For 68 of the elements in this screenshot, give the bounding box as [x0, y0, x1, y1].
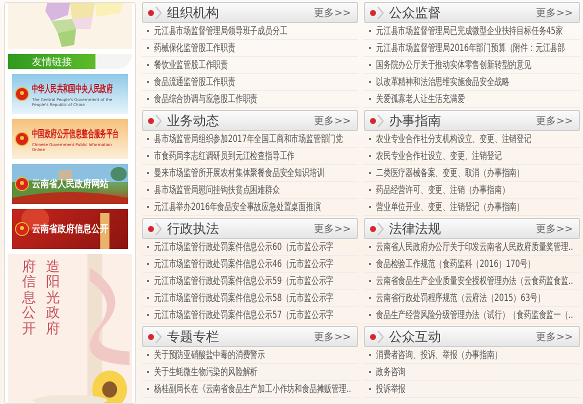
news-link[interactable]: 元江市场监管行政处罚案件信息公示59（元市监公示字	[154, 274, 334, 288]
news-link[interactable]: 关于预防亚硝酸盐中毒的消费警示	[154, 348, 265, 362]
news-link[interactable]: 食品生产经营风险分级管理办法（试行）（食药监食监一（..	[376, 308, 574, 322]
news-link[interactable]: 营业单位开业、变更、注销登记（办事指南）	[376, 200, 524, 214]
news-link[interactable]: 二类医疗器械备案、变更、取消（办事指南）	[376, 166, 524, 180]
more-link[interactable]: 更多>>	[314, 6, 351, 20]
emblem-icon	[15, 222, 29, 236]
news-link[interactable]: 元江市场监管行政处罚案件信息公示46（元市监公示字	[154, 257, 334, 271]
more-link[interactable]: 更多>>	[314, 330, 351, 344]
more-link[interactable]: 更多>>	[536, 6, 573, 20]
news-link[interactable]: 杨桂副局长在《云南省食品生产加工小作坊和食品摊贩管理..	[154, 382, 352, 396]
news-link[interactable]: 关爱孤寡老人让生活充满爱	[376, 92, 465, 106]
news-link[interactable]: 市食药局李志红调研员到元江检查指导工作	[154, 149, 295, 163]
news-link[interactable]: 云南省食品生产企业质量安全授权管理办法（云食药监食监..	[376, 274, 574, 288]
dot-chevron-icon	[147, 114, 163, 128]
news-link[interactable]: 药械保化监管股工作职责	[154, 41, 236, 55]
slogan-text: 造阳光政府	[46, 260, 60, 337]
news-link[interactable]: 以改革精神和法治思维实施食品安全战略	[376, 75, 510, 89]
news-link[interactable]: 国务院办公厅关于推动实体零售创新转型的意见	[376, 58, 532, 72]
news-link[interactable]: 药品经营许可、变更、注销（办事指南）	[376, 183, 510, 197]
panel-title: 业务动态	[167, 112, 220, 130]
news-link[interactable]: 食品流通监管股工作职责	[154, 75, 236, 89]
dot-chevron-icon	[147, 222, 163, 236]
panel-title: 专题专栏	[167, 328, 220, 346]
dot-chevron-icon	[369, 222, 385, 236]
news-link[interactable]: 消费者咨询、投诉、举报（办事指南）	[376, 348, 502, 362]
dot-chevron-icon	[369, 114, 385, 128]
dot-chevron-icon	[147, 330, 163, 344]
emblem-icon	[15, 87, 29, 101]
news-link[interactable]: 关于生蚝微生物污染的风险解析	[154, 365, 258, 379]
panel-title: 办事指南	[389, 112, 442, 130]
news-link[interactable]: 县市场监管局慰问挂钩扶贫点困难群众	[154, 183, 280, 197]
link-banner[interactable]: 云南省人民政府网站	[12, 164, 128, 204]
section-title: 友情链接	[32, 56, 72, 68]
news-link[interactable]: 元江市场监管行政处罚案件信息公示58（元市监公示字	[154, 291, 334, 305]
emblem-icon	[15, 132, 29, 146]
news-link[interactable]: 农业专业合作社分支机构设立、变更、注销登记	[376, 132, 532, 146]
news-link[interactable]: 曼来市场监管所开展农村集体聚餐食品安全知识培训	[154, 166, 324, 180]
panel-title: 公众监督	[389, 4, 442, 22]
panel-title: 法律法规	[389, 220, 442, 238]
news-link[interactable]: 政务咨询	[376, 365, 406, 379]
news-link[interactable]: 元江县市场监督管理局已完成微型企业扶持目标任务45家	[376, 24, 564, 38]
more-link[interactable]: 更多>>	[536, 222, 573, 236]
link-banner[interactable]: 云南省政府信息公开	[12, 209, 128, 249]
more-link[interactable]: 更多>>	[314, 222, 351, 236]
news-link[interactable]: 元江县市场监督管理局2016年部门预算（附件：元江县部	[376, 41, 566, 55]
news-link[interactable]: 元江县市场监督管理局领导班子成员分工	[154, 24, 288, 38]
panel-title: 行政执法	[167, 220, 220, 238]
news-link[interactable]: 投诉举报	[376, 382, 406, 396]
panel-title: 公众互动	[389, 328, 442, 346]
panel-title: 组织机构	[167, 4, 220, 22]
news-link[interactable]: 元江县举办2016年食品安全事故应急处置桌面推演	[154, 200, 321, 214]
slogan-text: 府信息公开	[22, 260, 36, 337]
more-link[interactable]: 更多>>	[536, 330, 573, 344]
more-link[interactable]: 更多>>	[314, 114, 351, 128]
dot-chevron-icon	[147, 6, 163, 20]
news-link[interactable]: 元江市场监管行政处罚案件信息公示57（元市监公示字	[154, 308, 334, 322]
news-link[interactable]: 云南省人民政府办公厅关于印发云南省人民政府质量奖管理..	[376, 240, 574, 254]
news-link[interactable]: 元江市场监管行政处罚案件信息公示60（元市监公示字	[154, 240, 334, 254]
news-link[interactable]: 食品综合协调与应急股工作职责	[154, 92, 258, 106]
dot-chevron-icon	[369, 330, 385, 344]
news-link[interactable]: 餐饮业监管股工作职责	[154, 58, 228, 72]
news-link[interactable]: 农民专业合作社设立、变更、注销登记	[376, 149, 502, 163]
news-link[interactable]: 县市场监管局组织参加2017年全国工商和市场监管部门党	[154, 132, 344, 146]
dot-chevron-icon	[369, 6, 385, 20]
more-link[interactable]: 更多>>	[536, 114, 573, 128]
news-link[interactable]: 食品检验工作规范（食药监科（2016）170号）	[376, 257, 535, 271]
news-link[interactable]: 云南省行政处罚程序规范（云府法（2015）63号）	[376, 291, 545, 305]
